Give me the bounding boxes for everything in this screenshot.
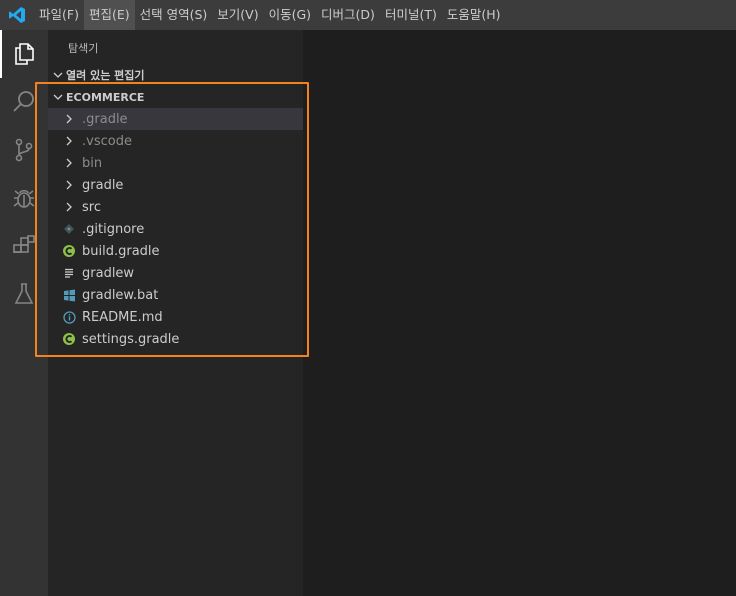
tree-folder-row[interactable]: gradle <box>48 174 303 196</box>
menu-item[interactable]: 보기(V) <box>212 0 263 30</box>
tree-item-label: .vscode <box>82 133 132 149</box>
chevron-right-icon <box>61 152 77 174</box>
vscode-logo-icon <box>0 0 34 30</box>
folder-section-ecommerce[interactable]: ECOMMERCE <box>48 86 303 108</box>
editor-area[interactable] <box>303 30 736 596</box>
explorer-sidebar: 탐색기 열려 있는 편집기 ECOMMERCE .gradle .vscode bi… <box>48 30 303 596</box>
tree-file-row[interactable]: README.md <box>48 306 303 328</box>
tree-file-row[interactable]: gradlew.bat <box>48 284 303 306</box>
tree-item-label: .gradle <box>82 111 128 127</box>
tree-item-label: src <box>82 199 101 215</box>
tree-file-row[interactable]: settings.gradle <box>48 328 303 350</box>
menu-item[interactable]: 터미널(T) <box>380 0 442 30</box>
tree-folder-row[interactable]: .vscode <box>48 130 303 152</box>
menu-item[interactable]: 도움말(H) <box>442 0 506 30</box>
tree-item-label: settings.gradle <box>82 331 180 347</box>
tree-file-row[interactable]: build.gradle <box>48 240 303 262</box>
debug-icon[interactable] <box>0 174 48 222</box>
search-icon[interactable] <box>0 78 48 126</box>
tree-folder-row[interactable]: src <box>48 196 303 218</box>
text-file-icon <box>61 262 77 284</box>
chevron-down-icon <box>50 86 66 108</box>
sidebar-title: 탐색기 <box>68 42 99 55</box>
menu-bar: 파일(F) 편집(E) 선택 영역(S) 보기(V) 이동(G) 디버그(D) 터미널(T)… <box>0 0 736 30</box>
menu-item[interactable]: 파일(F) <box>34 0 84 30</box>
windows-file-icon <box>61 284 77 306</box>
chevron-right-icon <box>61 108 77 130</box>
activity-bar <box>0 30 48 596</box>
menu-item[interactable]: 디버그(D) <box>316 0 380 30</box>
git-file-icon <box>61 218 77 240</box>
open-editors-label: 열려 있는 편집기 <box>66 69 145 82</box>
extensions-icon[interactable] <box>0 222 48 270</box>
tree-folder-row[interactable]: .gradle <box>48 108 303 130</box>
testing-flask-icon[interactable] <box>0 270 48 318</box>
menu-item[interactable]: 이동(G) <box>264 0 316 30</box>
tree-item-label: bin <box>82 155 103 171</box>
tree-item-label: .gitignore <box>82 221 145 237</box>
gradle-file-icon <box>61 240 77 262</box>
tree-item-label: gradle <box>82 177 124 193</box>
chevron-right-icon <box>61 130 77 152</box>
chevron-right-icon <box>61 196 77 218</box>
chevron-right-icon <box>61 174 77 196</box>
info-file-icon <box>61 306 77 328</box>
gradle-file-icon <box>61 328 77 350</box>
tree-file-row[interactable]: gradlew <box>48 262 303 284</box>
source-control-icon[interactable] <box>0 126 48 174</box>
tree-item-label: README.md <box>82 309 163 325</box>
tree-item-label: gradlew.bat <box>82 287 159 303</box>
tree-item-label: gradlew <box>82 265 135 281</box>
tree-file-row[interactable]: .gitignore <box>48 218 303 240</box>
folder-label: ECOMMERCE <box>66 90 145 104</box>
menu-item[interactable]: 선택 영역(S) <box>135 0 213 30</box>
chevron-down-icon <box>50 64 66 86</box>
menu-item[interactable]: 편집(E) <box>83 0 135 30</box>
open-editors-section[interactable]: 열려 있는 편집기 <box>48 64 303 86</box>
tree-item-label: build.gradle <box>82 243 160 259</box>
explorer-icon[interactable] <box>0 30 48 78</box>
tree-folder-row[interactable]: bin <box>48 152 303 174</box>
